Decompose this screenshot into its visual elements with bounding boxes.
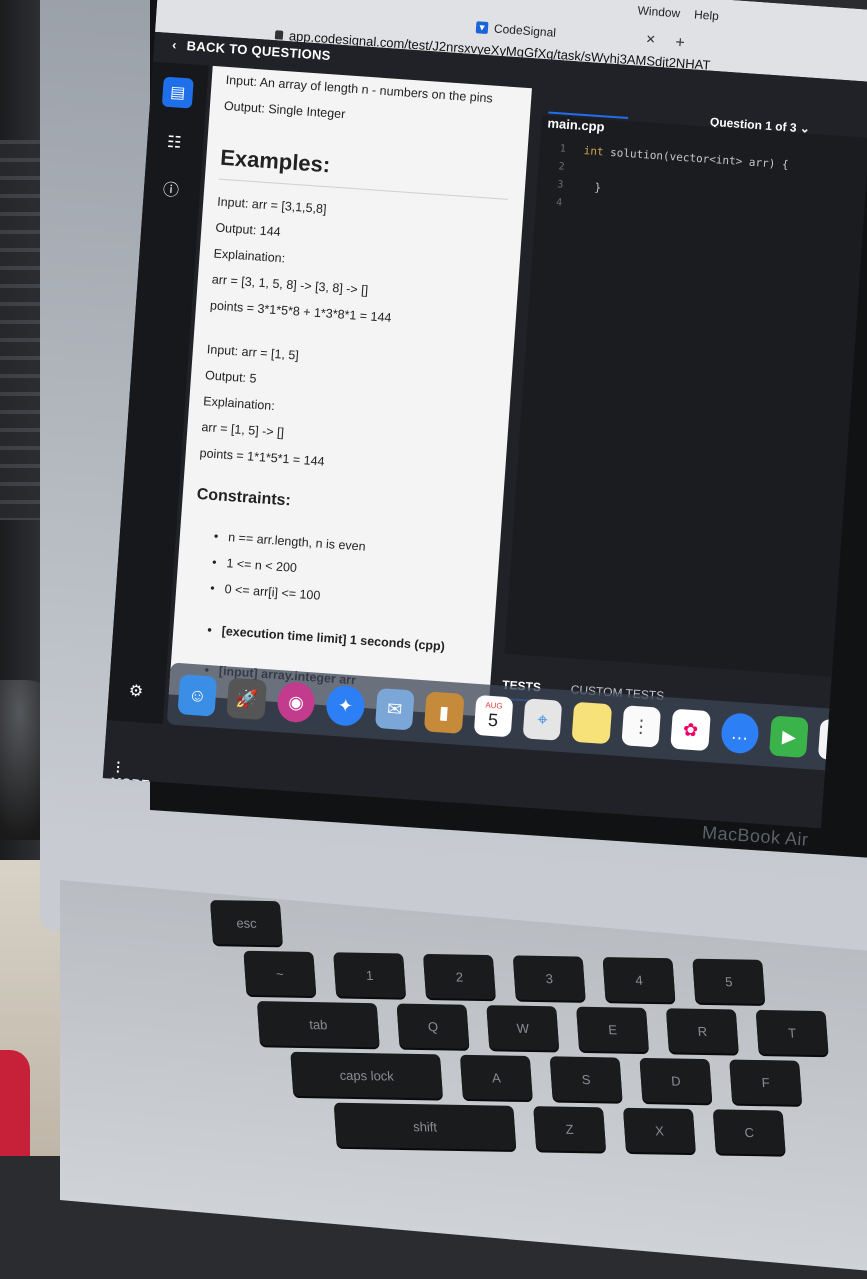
- key-caps-lock[interactable]: caps lock: [290, 1051, 443, 1099]
- key-c[interactable]: C: [712, 1109, 786, 1155]
- constraint-item: 0 <= arr[i] <= 100: [210, 581, 321, 603]
- key-tilde[interactable]: ~: [243, 950, 317, 997]
- example-1-points: points = 3*1*5*8 + 1*3*8*1 = 144: [209, 298, 392, 325]
- lock-icon: [274, 29, 284, 40]
- key-esc[interactable]: esc: [210, 900, 283, 946]
- list-icon[interactable]: ☷: [158, 126, 190, 158]
- facetime-icon[interactable]: ▶: [769, 715, 810, 759]
- key-r[interactable]: R: [665, 1008, 739, 1054]
- code-keyword: int: [583, 144, 605, 159]
- messages-icon[interactable]: …: [719, 712, 760, 755]
- example-2-step: arr = [1, 5] -> []: [201, 420, 285, 440]
- example-2-input: Input: arr = [1, 5]: [206, 342, 300, 363]
- calendar-day: 5: [487, 709, 499, 731]
- key-tab[interactable]: tab: [256, 1001, 380, 1048]
- finder-icon[interactable]: ☺: [177, 674, 218, 717]
- keyboard: esc ~ 1 2 3 4 5 tab Q W E R T caps lock …: [210, 900, 867, 1173]
- menu-window[interactable]: Window: [637, 3, 681, 20]
- key-x[interactable]: X: [622, 1107, 696, 1154]
- key-a[interactable]: A: [459, 1054, 533, 1101]
- launchpad-icon[interactable]: 🚀: [226, 677, 267, 721]
- examples-heading: Examples:: [219, 144, 332, 178]
- line-number-gutter: 1 2 3 4: [555, 140, 567, 212]
- chevron-left-icon: ‹: [171, 37, 178, 53]
- safari-icon[interactable]: ✦: [325, 684, 366, 728]
- laptop-screen: Window Help ▼ CodeSignal ✕ + app.codesig…: [102, 0, 867, 829]
- key-4[interactable]: 4: [602, 957, 676, 1003]
- key-5[interactable]: 5: [692, 958, 766, 1004]
- key-q[interactable]: Q: [396, 1003, 470, 1049]
- photos-icon[interactable]: ✿: [670, 708, 711, 752]
- maps-icon[interactable]: ⌖: [522, 698, 563, 741]
- example-1-input: Input: arr = [3,1,5,8]: [216, 194, 327, 217]
- example-1-explanation-label: Explaination:: [213, 246, 286, 266]
- key-w[interactable]: W: [486, 1005, 560, 1051]
- key-2[interactable]: 2: [422, 953, 496, 1000]
- key-e[interactable]: E: [576, 1006, 649, 1053]
- example-2-points: points = 1*1*5*1 = 144: [199, 445, 326, 469]
- example-2-output: Output: 5: [204, 368, 257, 386]
- key-f[interactable]: F: [729, 1059, 803, 1105]
- close-tab-icon[interactable]: ✕: [645, 32, 656, 47]
- info-icon[interactable]: ⓘ: [155, 172, 187, 204]
- calendar-icon[interactable]: AUG 5: [473, 694, 514, 738]
- red-object: [0, 1050, 30, 1156]
- output-description: Output: Single Integer: [223, 98, 346, 122]
- constraints-heading: Constraints:: [196, 485, 292, 510]
- line-number: 3: [556, 179, 564, 191]
- contacts-icon[interactable]: ▮: [423, 691, 465, 734]
- line-number: 4: [555, 197, 563, 209]
- code-editor[interactable]: main.cpp 1 2 3 4 int solution(vector<int…: [504, 115, 867, 678]
- description-icon[interactable]: ▤: [161, 76, 194, 109]
- constraint-item: 1 <= n < 200: [212, 555, 297, 575]
- file-tab-main-cpp[interactable]: main.cpp: [547, 115, 605, 134]
- problem-description-panel: Input: An array of length n - numbers on…: [168, 65, 532, 717]
- key-1[interactable]: 1: [333, 952, 407, 998]
- code-content[interactable]: int solution(vector<int> arr) { }: [581, 142, 790, 210]
- menu-help[interactable]: Help: [694, 7, 720, 23]
- execution-time-limit: [execution time limit] 1 seconds (cpp): [207, 623, 445, 654]
- mac-menubar: Window Help: [637, 3, 719, 23]
- notes-icon[interactable]: [571, 701, 612, 745]
- divider: [218, 178, 509, 200]
- constraint-item: n == arr.length, n is even: [213, 529, 366, 554]
- line-number: 2: [558, 161, 565, 173]
- line-number: 1: [559, 143, 567, 155]
- siri-icon[interactable]: ◉: [276, 681, 317, 724]
- key-z[interactable]: Z: [533, 1106, 607, 1152]
- codesignal-favicon: ▼: [475, 21, 489, 35]
- key-d[interactable]: D: [639, 1057, 713, 1104]
- example-1-step: arr = [3, 1, 5, 8] -> [3, 8] -> []: [211, 272, 369, 298]
- closing-brace: }: [593, 180, 602, 195]
- key-shift[interactable]: shift: [333, 1102, 517, 1150]
- input-description: Input: An array of length n - numbers on…: [225, 72, 494, 106]
- reminders-icon[interactable]: ⋮: [621, 705, 662, 748]
- back-label: BACK TO QUESTIONS: [186, 38, 332, 64]
- example-2-explanation-label: Explaination:: [202, 394, 276, 414]
- new-tab-icon[interactable]: +: [675, 34, 686, 53]
- preview-icon[interactable]: ✉: [374, 687, 415, 731]
- key-t[interactable]: T: [755, 1009, 829, 1056]
- gear-icon[interactable]: ⚙: [120, 675, 152, 707]
- example-1-output: Output: 144: [214, 220, 282, 240]
- key-3[interactable]: 3: [512, 955, 586, 1001]
- tab-title: CodeSignal: [493, 21, 557, 40]
- key-s[interactable]: S: [549, 1056, 623, 1102]
